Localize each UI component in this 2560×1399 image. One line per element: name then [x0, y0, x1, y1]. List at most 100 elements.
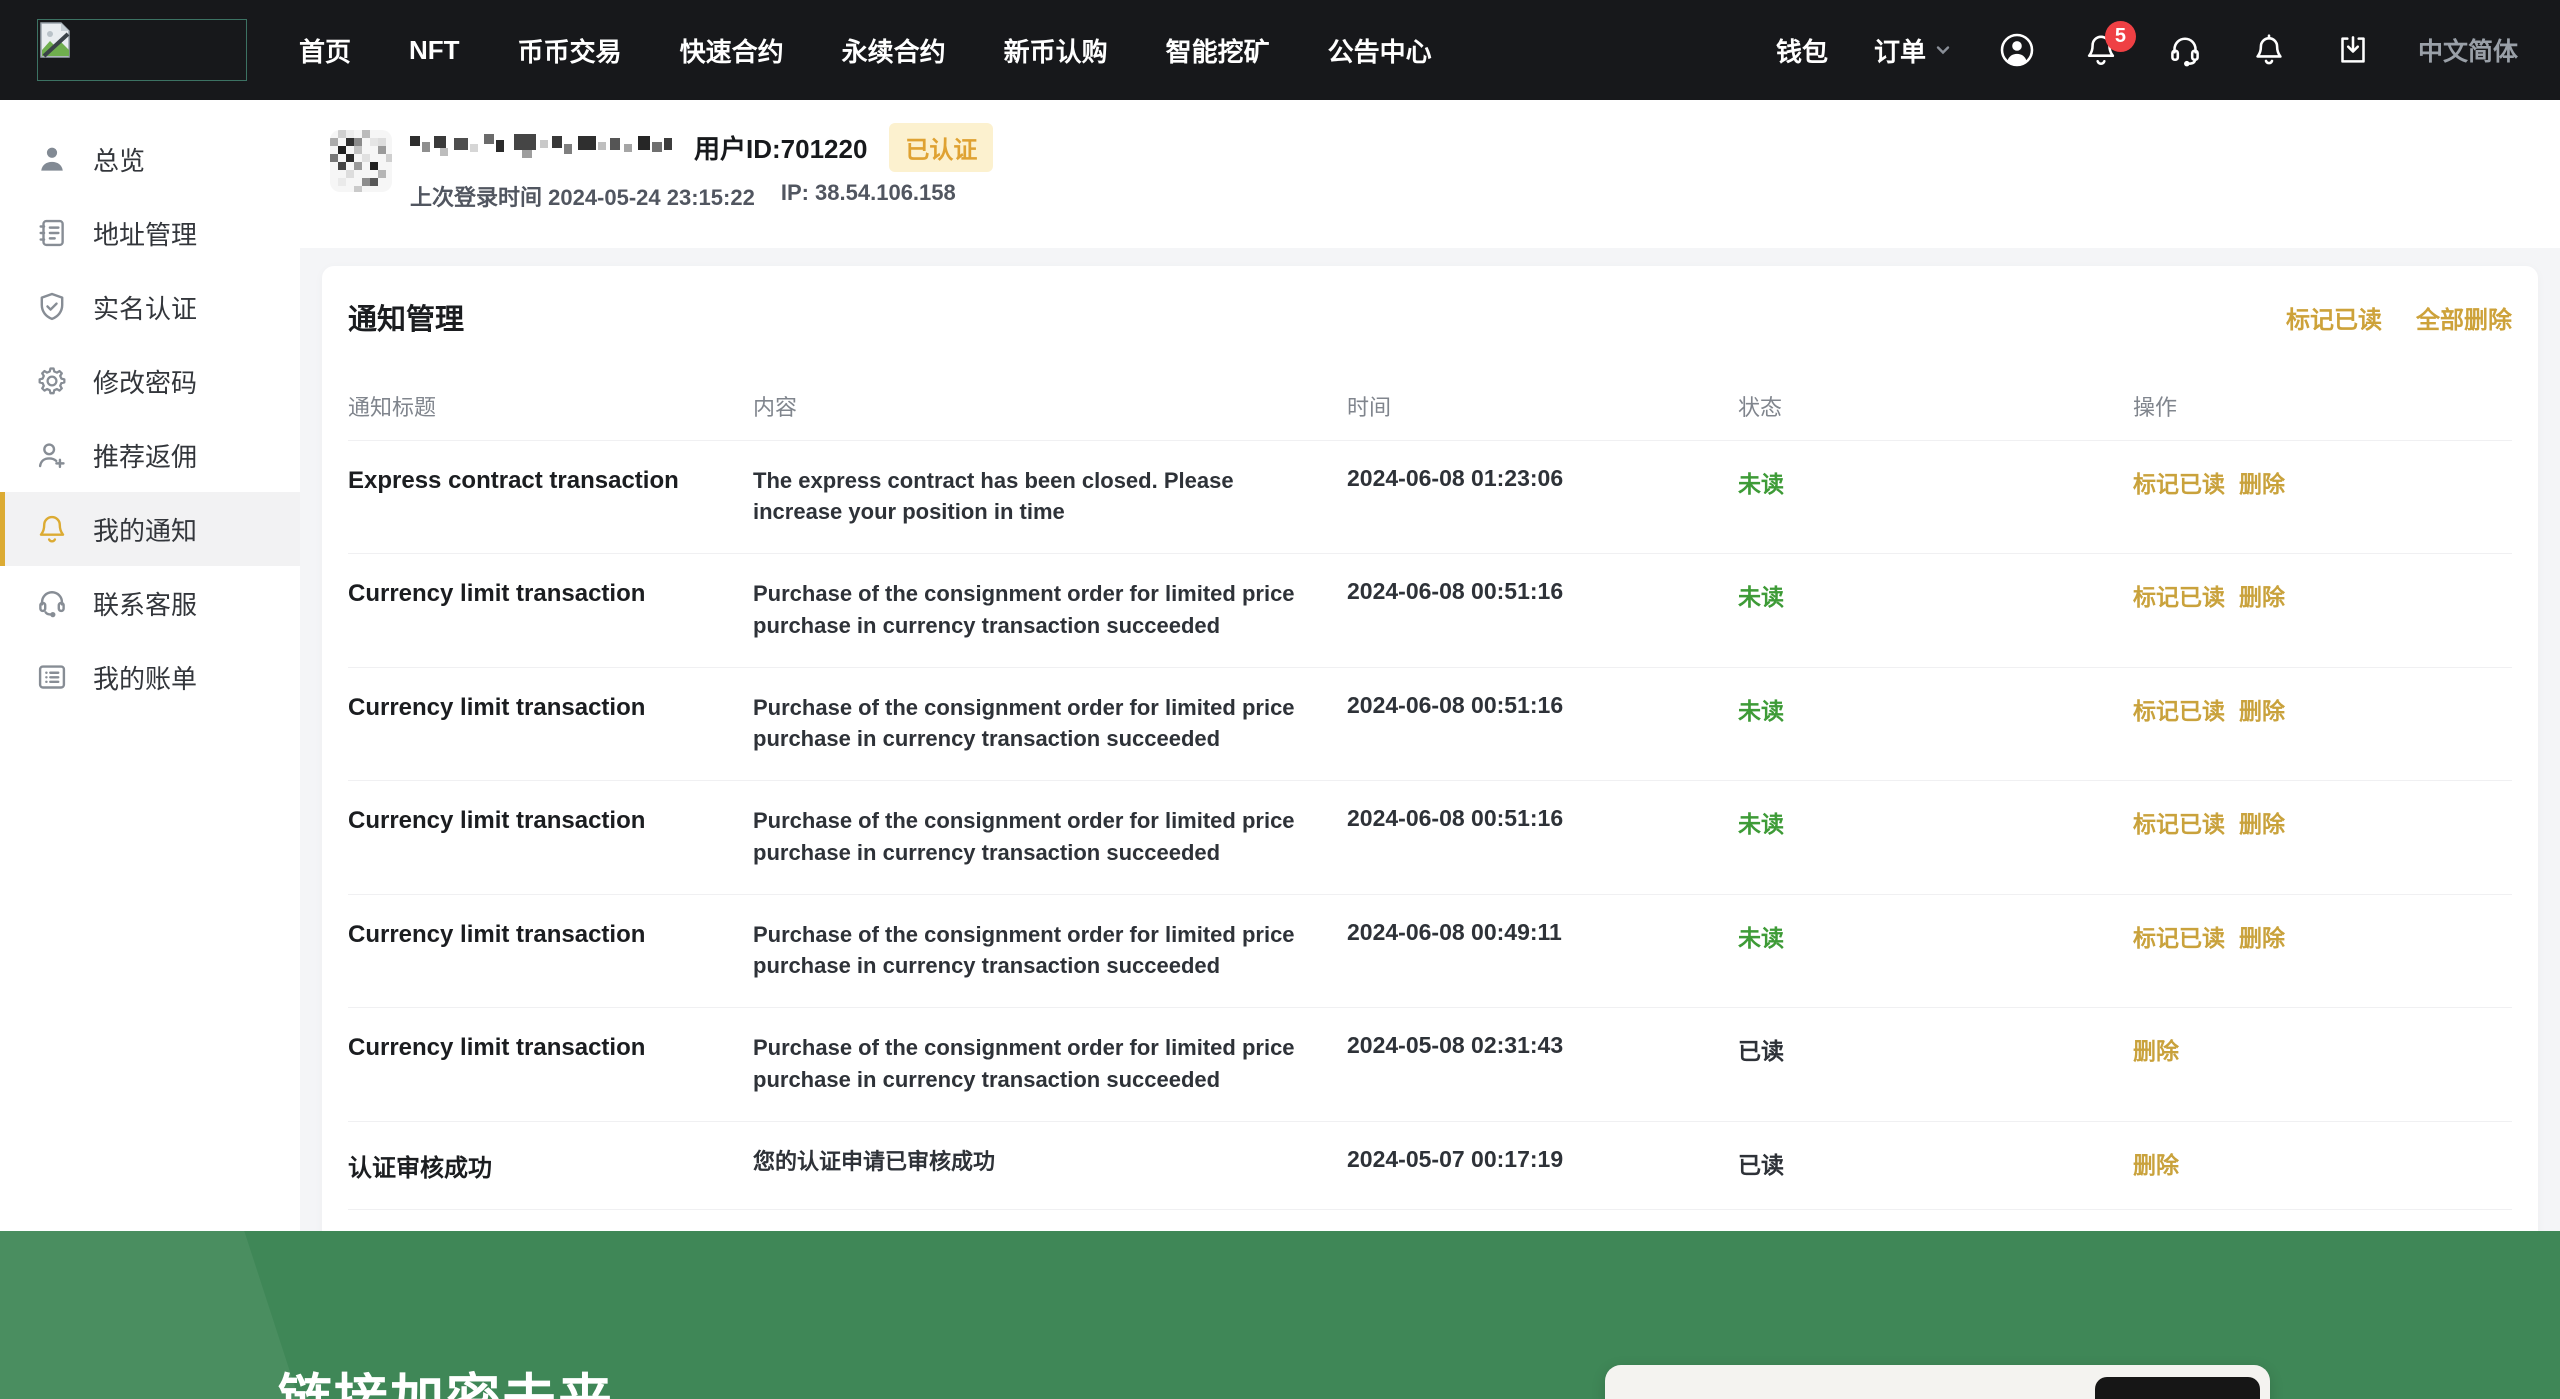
logo-placeholder[interactable]: [37, 19, 247, 81]
language-selector[interactable]: 中文简体: [2418, 32, 2518, 68]
notification-count-badge: 5: [2105, 21, 2136, 52]
subscribe-box: [1605, 1365, 2270, 1399]
mark-read-link[interactable]: 标记已读: [2133, 578, 2225, 612]
login-ip: IP: 38.54.106.158: [781, 180, 956, 212]
sidebar-item-label: 我的账单: [93, 659, 197, 696]
status-badge: 已读: [1738, 1032, 2133, 1066]
subscribe-button[interactable]: [2095, 1377, 2260, 1399]
chevron-down-icon: [1934, 41, 1952, 59]
bill-list-icon: [35, 660, 69, 694]
sidebar-item-label: 总览: [93, 141, 145, 178]
delete-link[interactable]: 删除: [2239, 805, 2285, 839]
sidebar-item-label: 推荐返佣: [93, 437, 197, 474]
nav-link[interactable]: NFT: [409, 35, 460, 66]
delete-link[interactable]: 删除: [2133, 1032, 2179, 1066]
nav-link[interactable]: 快速合约: [680, 32, 784, 69]
notification-content: 您的认证申请已审核成功: [753, 1146, 1313, 1177]
mark-read-link[interactable]: 标记已读: [2133, 805, 2225, 839]
sidebar-item-referral[interactable]: 推荐返佣: [0, 418, 300, 492]
notification-content: Purchase of the consignment order for li…: [753, 805, 1313, 867]
nav-link[interactable]: 币币交易: [518, 32, 622, 69]
notification-title: Express contract transaction: [348, 465, 753, 495]
orders-label: 订单: [1874, 32, 1926, 69]
notification-title: 认证审核成功: [348, 1146, 753, 1183]
announcement-bell-icon[interactable]: [2250, 31, 2288, 69]
table-row: Currency limit transaction Purchase of t…: [348, 668, 2512, 781]
table-row: Currency limit transaction Purchase of t…: [348, 1008, 2512, 1121]
notifications-bell-icon[interactable]: 5: [2082, 31, 2120, 69]
user-id: 用户ID:701220: [694, 129, 867, 166]
status-badge: 已读: [1738, 1146, 2133, 1180]
notification-time: 2024-06-08 01:23:06: [1347, 465, 1738, 492]
status-badge: 未读: [1738, 465, 2133, 499]
column-header: 状态: [1738, 390, 2133, 422]
mark-read-link[interactable]: 标记已读: [2133, 465, 2225, 499]
main-content: 用户ID:701220 已认证 上次登录时间 2024-05-24 23:15:…: [300, 100, 2560, 1231]
notification-time: 2024-06-08 00:51:16: [1347, 692, 1738, 719]
sidebar-item-contact-support[interactable]: 联系客服: [0, 566, 300, 640]
subscribe-input[interactable]: [1629, 1383, 2079, 1399]
delete-link[interactable]: 删除: [2239, 692, 2285, 726]
broken-image-icon: [40, 22, 70, 58]
status-badge: 未读: [1738, 805, 2133, 839]
notification-time: 2024-06-08 00:51:16: [1347, 578, 1738, 605]
status-badge: 未读: [1738, 578, 2133, 612]
user-plus-icon: [35, 438, 69, 472]
table-row: Express contract transaction The express…: [348, 441, 2512, 554]
nav-link[interactable]: 智能挖矿: [1166, 32, 1270, 69]
account-icon[interactable]: [1998, 31, 2036, 69]
nav-link[interactable]: 首页: [299, 32, 351, 69]
notification-title: Currency limit transaction: [348, 919, 753, 949]
notification-title: Currency limit transaction: [348, 578, 753, 608]
status-badge: 未读: [1738, 692, 2133, 726]
mark-read-link[interactable]: 标记已读: [2133, 692, 2225, 726]
table-row: Currency limit transaction Purchase of t…: [348, 554, 2512, 667]
sidebar-item-change-password[interactable]: 修改密码: [0, 344, 300, 418]
orders-menu[interactable]: 订单: [1874, 32, 1952, 69]
sidebar-item-overview[interactable]: 总览: [0, 122, 300, 196]
table-row: 认证资料提交成功 实名资料提成功，耐心等待管理员审核 2024-05-07 00…: [348, 1210, 2512, 1231]
notification-content: Purchase of the consignment order for li…: [753, 578, 1313, 640]
sidebar-item-label: 地址管理: [93, 215, 197, 252]
notification-time: 2024-05-07 00:17:19: [1347, 1146, 1738, 1173]
delete-link[interactable]: 删除: [2239, 465, 2285, 499]
notification-panel: 通知管理 标记已读 全部删除 通知标题内容时间状态操作 Express cont…: [322, 266, 2538, 1231]
notification-time: 2024-05-08 02:31:43: [1347, 1032, 1738, 1059]
mark-all-read-link[interactable]: 标记已读: [2286, 300, 2382, 335]
top-nav: 首页 NFT 币币交易 快速合约 永续合约 新币认购 智能挖矿 公告中心 钱包 订单 5: [0, 0, 2560, 100]
delete-link[interactable]: 删除: [2239, 578, 2285, 612]
delete-link[interactable]: 删除: [2239, 919, 2285, 953]
nav-link[interactable]: 新币认购: [1004, 32, 1108, 69]
notification-title: Currency limit transaction: [348, 692, 753, 722]
notification-time: 2024-06-08 00:49:11: [1347, 919, 1738, 946]
sidebar-item-address-management[interactable]: 地址管理: [0, 196, 300, 270]
column-header: 时间: [1347, 390, 1738, 422]
nav-link[interactable]: 永续合约: [842, 32, 946, 69]
download-app-icon[interactable]: [2334, 31, 2372, 69]
mark-read-link[interactable]: 标记已读: [2133, 919, 2225, 953]
status-badge: 未读: [1738, 919, 2133, 953]
username-redacted: [410, 132, 672, 162]
sidebar-item-label: 修改密码: [93, 363, 197, 400]
shield-check-icon: [35, 290, 69, 324]
footer: 链接加密未来: [0, 1231, 2560, 1399]
avatar: [330, 130, 392, 192]
column-header: 通知标题: [348, 390, 753, 422]
gear-icon: [35, 364, 69, 398]
sidebar-item-identity-verification[interactable]: 实名认证: [0, 270, 300, 344]
sidebar-item-my-bills[interactable]: 我的账单: [0, 640, 300, 714]
sidebar-item-my-notifications[interactable]: 我的通知: [0, 492, 300, 566]
wallet-link[interactable]: 钱包: [1776, 32, 1828, 69]
notification-title: Currency limit transaction: [348, 1032, 753, 1062]
delete-link[interactable]: 删除: [2133, 1146, 2179, 1180]
delete-all-link[interactable]: 全部删除: [2416, 300, 2512, 335]
nav-link[interactable]: 公告中心: [1328, 32, 1432, 69]
notification-content: Purchase of the consignment order for li…: [753, 919, 1313, 981]
main-menu: 首页 NFT 币币交易 快速合约 永续合约 新币认购 智能挖矿 公告中心: [299, 32, 1432, 69]
address-book-icon: [35, 216, 69, 250]
table-header: 通知标题内容时间状态操作: [348, 390, 2512, 441]
notification-table: Express contract transaction The express…: [348, 441, 2512, 1231]
sidebar-item-label: 实名认证: [93, 289, 197, 326]
support-headset-icon[interactable]: [2166, 31, 2204, 69]
table-row: Currency limit transaction Purchase of t…: [348, 895, 2512, 1008]
